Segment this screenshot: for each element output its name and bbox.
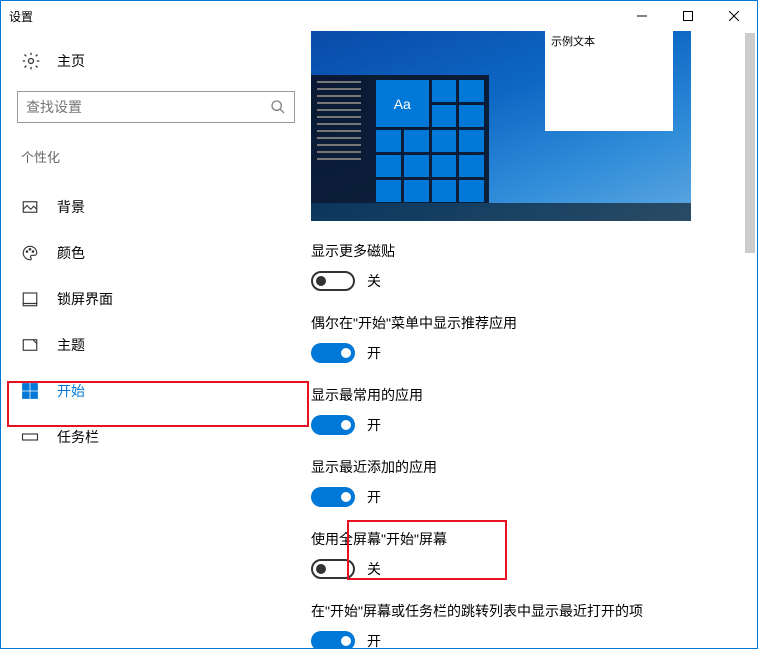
setting-label: 显示最近添加的应用 [311, 457, 739, 477]
setting-suggestions: 偶尔在"开始"菜单中显示推荐应用 开 [311, 313, 739, 363]
image-icon [21, 198, 39, 216]
setting-recently-added: 显示最近添加的应用 开 [311, 457, 739, 507]
setting-label: 显示最常用的应用 [311, 385, 739, 405]
setting-label: 使用全屏幕"开始"屏幕 [311, 529, 739, 549]
sidebar-item-background[interactable]: 背景 [17, 184, 295, 230]
nav-label: 背景 [57, 197, 85, 217]
preview-tile-aa: Aa [376, 80, 429, 127]
palette-icon [21, 244, 39, 262]
search-input[interactable] [26, 99, 270, 115]
setting-label: 偶尔在"开始"菜单中显示推荐应用 [311, 313, 739, 333]
sidebar: 主页 个性化 背景 颜色 锁屏界面 主题 开始 任务栏 [1, 31, 311, 648]
toggle-suggestions[interactable] [311, 343, 355, 363]
nav-label: 颜色 [57, 243, 85, 263]
brush-icon [21, 336, 39, 354]
main-panel: 示例文本 Aa 显示更多磁贴 [311, 31, 757, 648]
home-label: 主页 [57, 51, 85, 71]
window-controls [619, 1, 757, 31]
toggle-more-tiles[interactable] [311, 271, 355, 291]
toggle-state: 关 [367, 271, 381, 291]
toggle-most-used[interactable] [311, 415, 355, 435]
preview-startmenu: Aa [311, 75, 489, 203]
minimize-button[interactable] [619, 1, 665, 31]
setting-most-used: 显示最常用的应用 开 [311, 385, 739, 435]
nav-label: 主题 [57, 335, 85, 355]
toggle-state: 开 [367, 487, 381, 507]
scrollbar[interactable] [745, 33, 755, 253]
setting-more-tiles: 显示更多磁贴 关 [311, 241, 739, 291]
setting-jumplist: 在"开始"屏幕或任务栏的跳转列表中显示最近打开的项 开 [311, 601, 739, 648]
setting-fullscreen-start: 使用全屏幕"开始"屏幕 关 [311, 529, 739, 579]
setting-label: 显示更多磁贴 [311, 241, 739, 261]
nav-label: 开始 [57, 381, 85, 401]
close-button[interactable] [711, 1, 757, 31]
setting-label: 在"开始"屏幕或任务栏的跳转列表中显示最近打开的项 [311, 601, 739, 621]
sidebar-item-colors[interactable]: 颜色 [17, 230, 295, 276]
nav-label: 锁屏界面 [57, 289, 113, 309]
nav-label: 任务栏 [57, 427, 99, 447]
search-box[interactable] [17, 91, 295, 123]
toggle-recently-added[interactable] [311, 487, 355, 507]
start-preview: 示例文本 Aa [311, 31, 691, 221]
toggle-state: 开 [367, 343, 381, 363]
preview-popup: 示例文本 [545, 31, 673, 131]
maximize-button[interactable] [665, 1, 711, 31]
toggle-jumplist[interactable] [311, 631, 355, 648]
taskbar-icon [21, 428, 39, 446]
window-title: 设置 [9, 8, 33, 25]
gear-icon [21, 51, 41, 71]
home-link[interactable]: 主页 [21, 51, 295, 71]
toggle-fullscreen-start[interactable] [311, 559, 355, 579]
section-label: 个性化 [21, 147, 295, 166]
start-icon [21, 382, 39, 400]
sidebar-item-lockscreen[interactable]: 锁屏界面 [17, 276, 295, 322]
lock-icon [21, 290, 39, 308]
toggle-state: 开 [367, 415, 381, 435]
toggle-state: 关 [367, 559, 381, 579]
sidebar-item-themes[interactable]: 主题 [17, 322, 295, 368]
titlebar: 设置 [1, 1, 757, 31]
search-icon [270, 99, 286, 115]
sidebar-item-start[interactable]: 开始 [17, 368, 295, 414]
toggle-state: 开 [367, 631, 381, 648]
sidebar-item-taskbar[interactable]: 任务栏 [17, 414, 295, 460]
